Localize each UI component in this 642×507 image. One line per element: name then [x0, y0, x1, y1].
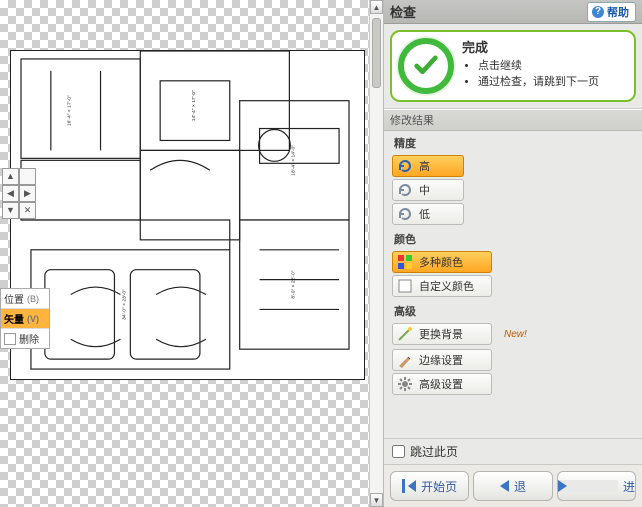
- canvas-nudge-cluster: ▲ ◀ ▶ ▼ ✕: [2, 168, 38, 219]
- nudge-down[interactable]: ▼: [2, 202, 19, 219]
- help-label: 帮助: [607, 4, 629, 20]
- palette-delete[interactable]: 删除: [1, 329, 49, 348]
- skip-page-label: 跳过此页: [410, 443, 458, 460]
- section-advanced: 高级: [384, 299, 642, 321]
- refresh-icon: [397, 182, 413, 198]
- palette-label: 位置: [4, 291, 24, 306]
- section-color: 颜色: [384, 227, 642, 249]
- palette-position[interactable]: 位置 (B): [1, 289, 49, 309]
- nudge-right[interactable]: ▶: [19, 185, 36, 202]
- precision-mid[interactable]: 中: [392, 179, 464, 201]
- square-icon: [397, 278, 413, 294]
- help-button[interactable]: ? 帮助: [587, 2, 636, 22]
- nav-back-label: 退: [514, 478, 526, 495]
- first-bar-icon: [402, 479, 405, 493]
- magic-wand-icon: [397, 326, 413, 342]
- nav-first-button[interactable]: 开始页: [390, 471, 469, 501]
- canvas-scrollbar[interactable]: ▲ ▼: [369, 0, 383, 507]
- section-precision: 精度: [384, 131, 642, 153]
- palette-key: (B): [27, 294, 39, 304]
- gear-icon: [397, 376, 413, 392]
- precision-mid-label: 中: [419, 182, 430, 198]
- room-dim: 8'-0" × 22'-0": [290, 270, 296, 298]
- palette-vector[interactable]: 矢量 (V): [1, 309, 49, 329]
- right-tri-icon: [558, 480, 618, 492]
- nav-row: 开始页 退 进: [384, 464, 642, 507]
- refresh-icon: [397, 206, 413, 222]
- first-tri-icon: [408, 480, 416, 492]
- panel-title: 检查: [390, 2, 416, 21]
- pencil-icon: [397, 352, 413, 368]
- room-dim: 14'-4" × 17'-0": [191, 90, 197, 121]
- left-tri-icon: [500, 480, 509, 492]
- inspector-panel: 检查 ? 帮助 完成 点击继续 通过检查，请跳到下一页 修改结果 精度 高: [384, 0, 642, 507]
- color-multi[interactable]: 多种颜色: [392, 251, 492, 273]
- palette-label: 矢量: [4, 311, 24, 326]
- help-icon: ?: [592, 6, 604, 18]
- panel-header: 检查 ? 帮助: [384, 0, 642, 24]
- floorplan-image: 16'-4" × 17'-0" 14'-4" × 17'-0" 18'-4" ×…: [10, 50, 365, 380]
- color-custom[interactable]: 自定义颜色: [392, 275, 492, 297]
- adv-change-bg[interactable]: 更换背景: [392, 323, 492, 345]
- nav-next-label: 进: [623, 478, 635, 495]
- adv-advanced[interactable]: 高级设置: [392, 373, 492, 395]
- nudge-extra[interactable]: ✕: [19, 202, 36, 219]
- nav-first-label: 开始页: [421, 478, 457, 495]
- room-dim: 18'-4" × 14'-0": [290, 145, 296, 176]
- adv-edge-label: 边缘设置: [419, 352, 463, 368]
- options-body: 修改结果 精度 高 中 低 颜色 多种颜色: [384, 108, 642, 438]
- nav-back-button[interactable]: 退: [473, 471, 552, 501]
- success-badge-icon: [398, 38, 454, 94]
- nav-next-button[interactable]: 进: [557, 471, 636, 501]
- status-card: 完成 点击继续 通过检查，请跳到下一页: [390, 30, 636, 102]
- nudge-blank[interactable]: [19, 168, 36, 185]
- canvas-area[interactable]: 16'-4" × 17'-0" 14'-4" × 17'-0" 18'-4" ×…: [0, 0, 384, 507]
- color-custom-label: 自定义颜色: [419, 278, 474, 294]
- room-dim: 34'-0" × 23'-0": [121, 289, 127, 320]
- group-results: 修改结果: [384, 109, 642, 131]
- precision-low-label: 低: [419, 206, 430, 222]
- adv-edge[interactable]: 边缘设置: [392, 349, 492, 371]
- palette-key: (V): [27, 314, 39, 324]
- refresh-icon: [397, 158, 413, 174]
- palette-label: 删除: [19, 331, 39, 346]
- tool-palette: 位置 (B) 矢量 (V) 删除: [0, 288, 50, 349]
- new-tag: New!: [504, 329, 527, 340]
- precision-high-label: 高: [419, 158, 430, 174]
- palette-icon: [397, 254, 413, 270]
- status-title: 完成: [462, 38, 599, 58]
- skip-page-checkbox[interactable]: [392, 445, 405, 458]
- room-dim: 16'-4" × 17'-0": [67, 95, 73, 126]
- precision-low[interactable]: 低: [392, 203, 464, 225]
- adv-advanced-label: 高级设置: [419, 376, 463, 392]
- nudge-left[interactable]: ◀: [2, 185, 19, 202]
- swatch-icon: [4, 333, 16, 345]
- status-msg: 点击继续: [478, 58, 599, 75]
- adv-change-bg-label: 更换背景: [419, 326, 463, 342]
- nudge-up[interactable]: ▲: [2, 168, 19, 185]
- footer-row: 跳过此页: [384, 438, 642, 464]
- color-multi-label: 多种颜色: [419, 254, 463, 270]
- status-msg: 通过检查，请跳到下一页: [478, 74, 599, 91]
- precision-high[interactable]: 高: [392, 155, 464, 177]
